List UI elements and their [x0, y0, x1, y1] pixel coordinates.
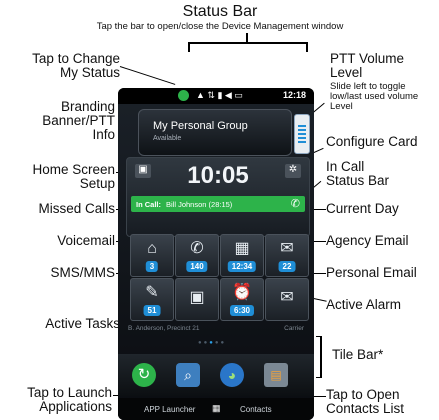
- home-screen: My Personal Group Available ▣ 10:05 ✲ In…: [118, 104, 314, 420]
- in-call-label: In Call:: [136, 200, 162, 209]
- tasks-icon: ▣: [189, 289, 205, 306]
- in-call-text: Bill Johnson (28:15): [166, 200, 233, 209]
- tile-voicemail[interactable]: ⌂ 3: [130, 234, 174, 277]
- globe-app-icon[interactable]: ◕: [220, 363, 244, 387]
- personal-email-icon: ✉: [280, 289, 294, 306]
- phone-status-bar[interactable]: ▲ ⇅ ▮ ◀ ▭ 12:18: [118, 88, 314, 104]
- tile-active-alarm[interactable]: ⏰ 6:30: [220, 278, 264, 321]
- signal-icons: ▲ ⇅ ▮ ◀ ▭: [196, 90, 243, 100]
- tile-active-tasks[interactable]: ▣: [175, 278, 219, 321]
- page-indicator: ●●●●●: [198, 340, 227, 346]
- callout-current-day: Current Day: [326, 201, 399, 216]
- grid-icon[interactable]: ▦: [212, 403, 221, 414]
- callout-tile-bar: Tile Bar*: [332, 347, 384, 362]
- group-name: My Personal Group: [153, 120, 248, 132]
- callout-branding: Branding Banner/PTT Info: [42, 99, 115, 142]
- callout-active-alarm: Active Alarm: [326, 297, 402, 312]
- callout-missed-calls: Missed Calls: [38, 201, 115, 216]
- missed-calls-icon: ✆: [190, 240, 204, 257]
- callout-active-tasks: Active Tasks: [45, 316, 120, 331]
- info-bar: B. Anderson, Precinct 21 Carrier: [126, 323, 306, 335]
- ptt-volume-slider[interactable]: [294, 114, 310, 154]
- callout-voicemail: Voicemail: [57, 233, 115, 248]
- voicemail-count: 3: [145, 261, 159, 272]
- clock: 10:05: [187, 162, 249, 189]
- in-call-status-bar[interactable]: In Call: Bill Johnson (28:15) ✆: [131, 196, 305, 212]
- status-bar-subtitle: Tap the bar to open/close the Device Man…: [96, 21, 344, 32]
- configure-card-button[interactable]: ✲: [285, 164, 301, 178]
- callout-agency-email: Agency Email: [326, 233, 409, 248]
- tile-sms[interactable]: ✎ 51: [130, 278, 174, 321]
- bracket-tile-bar-top: [316, 336, 322, 337]
- current-day-value: 12:34: [227, 261, 257, 272]
- phone-device: ▲ ⇅ ▮ ◀ ▭ 12:18 My Personal Group Availa…: [118, 88, 314, 420]
- tile-current-day[interactable]: ▦ 12:34: [220, 234, 264, 277]
- callout-personal-email: Personal Email: [326, 265, 417, 280]
- missed-calls-count: 140: [186, 261, 208, 272]
- callout-ptt-volume-note: Slide left to toggle low/last used volum…: [330, 81, 419, 112]
- status-available-icon[interactable]: [178, 90, 189, 101]
- leader-agency-email: [312, 241, 326, 242]
- status-bracket-stem: [246, 33, 248, 43]
- callout-home-setup: Home Screen Setup: [32, 162, 115, 191]
- alarm-time: 6:30: [229, 305, 255, 316]
- callout-configure-card: Configure Card: [326, 134, 418, 149]
- leader-change-status: [119, 66, 176, 85]
- leader-open-contacts: [314, 396, 326, 397]
- home-card: ▣ 10:05 ✲ In Call: Bill Johnson (28:15) …: [126, 157, 310, 237]
- calendar-icon: ▦: [234, 240, 250, 257]
- app-launcher-button[interactable]: APP Launcher: [144, 405, 195, 414]
- search-app-icon[interactable]: ⌕: [176, 363, 200, 387]
- leader-personal-email: [312, 273, 326, 274]
- refresh-app-icon[interactable]: ↻: [132, 363, 156, 387]
- callout-in-call-status: In Call Status Bar: [326, 159, 390, 188]
- status-bracket-h: [188, 42, 308, 44]
- sms-icon: ✎: [145, 284, 159, 301]
- branding-banner[interactable]: My Personal Group Available: [138, 109, 292, 156]
- agency-email-icon: ✉: [280, 240, 294, 257]
- bottom-bar: APP Launcher ▦ Contacts: [118, 398, 314, 420]
- status-bar-title: Status Bar: [182, 3, 258, 20]
- contacts-button[interactable]: Contacts: [240, 405, 272, 414]
- status-bracket-right: [306, 42, 308, 52]
- calculator-app-icon[interactable]: ▤: [264, 363, 288, 387]
- info-left: B. Anderson, Precinct 21: [128, 325, 200, 332]
- voicemail-icon: ⌂: [147, 240, 157, 257]
- callout-change-status: Tap to Change My Status: [32, 51, 120, 80]
- volume-level-icon: [298, 125, 306, 143]
- tile-agency-email[interactable]: ✉ 22: [265, 234, 309, 277]
- tile-missed-calls[interactable]: ✆ 140: [175, 234, 219, 277]
- tile-personal-email[interactable]: ✉: [265, 278, 309, 321]
- sms-count: 51: [143, 305, 161, 316]
- phone-icon[interactable]: ✆: [291, 197, 300, 210]
- agency-email-count: 22: [278, 261, 296, 272]
- alarm-icon: ⏰: [232, 284, 252, 301]
- callout-sms: SMS/MMS: [50, 265, 115, 280]
- bracket-tile-bar: [320, 336, 322, 378]
- group-status: Available: [153, 135, 182, 142]
- tile-bar: ↻ ⌕ ◕ ▤: [118, 354, 314, 396]
- status-time: 12:18: [282, 90, 306, 100]
- callout-launch-apps: Tap to Launch Applications: [27, 385, 112, 414]
- info-right: Carrier: [284, 325, 304, 332]
- bracket-tile-bar-bottom: [316, 377, 322, 378]
- callout-ptt-volume: PTT Volume Level: [330, 51, 405, 80]
- callout-open-contacts: Tap to Open Contacts List: [326, 387, 405, 416]
- status-bracket-left: [188, 42, 190, 52]
